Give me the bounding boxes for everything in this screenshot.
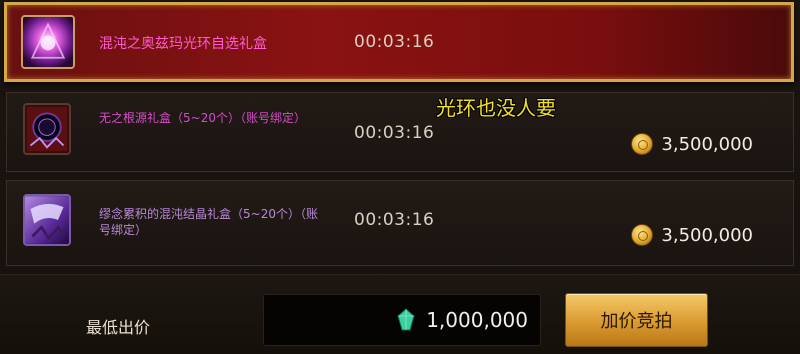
item-price: 3,500,000 [631, 224, 753, 246]
gem-icon [397, 308, 415, 331]
item-price: 3,500,000 [631, 133, 753, 155]
auction-panel: 混沌之奥兹玛光环自选礼盒 00:03:16 无之根源礼盒（5~20个）（账号绑定… [0, 0, 800, 354]
item-name: 混沌之奥兹玛光环自选礼盒 [99, 36, 267, 52]
bid-value: 1,000,000 [426, 308, 528, 332]
item-name: 无之根源礼盒（5~20个）（账号绑定） [99, 111, 306, 125]
auction-item-row[interactable]: 无之根源礼盒（5~20个）（账号绑定） 00:03:16 3,500,000 [6, 92, 794, 172]
item-timer: 00:03:16 [354, 210, 435, 230]
min-bid-label: 最低出价 [86, 318, 151, 337]
chaos-crystal-box-icon [23, 194, 71, 246]
purple-aura-box-icon [21, 15, 75, 69]
item-timer: 00:03:16 [354, 32, 435, 52]
gold-coin-icon [631, 133, 654, 155]
item-timer: 00:03:16 [354, 123, 435, 143]
bid-bar: 最低出价 1,000,000 加价竞拍 [0, 274, 800, 354]
auction-item-row[interactable]: 缪念累积的混沌结晶礼盒（5~20个）（账号绑定） 00:03:16 3,500,… [6, 180, 794, 266]
gold-coin-icon [631, 224, 654, 246]
raise-bid-button[interactable]: 加价竞拍 [565, 293, 708, 347]
bid-input[interactable]: 1,000,000 [263, 294, 541, 346]
item-name: 缪念累积的混沌结晶礼盒（5~20个）（账号绑定） [99, 207, 318, 237]
price-value: 3,500,000 [661, 224, 753, 246]
auction-item-row-selected[interactable]: 混沌之奥兹玛光环自选礼盒 00:03:16 [4, 2, 794, 82]
void-orb-box-icon [23, 103, 71, 155]
overlay-comment: 光环也没人要 [436, 96, 556, 120]
price-value: 3,500,000 [661, 133, 753, 155]
